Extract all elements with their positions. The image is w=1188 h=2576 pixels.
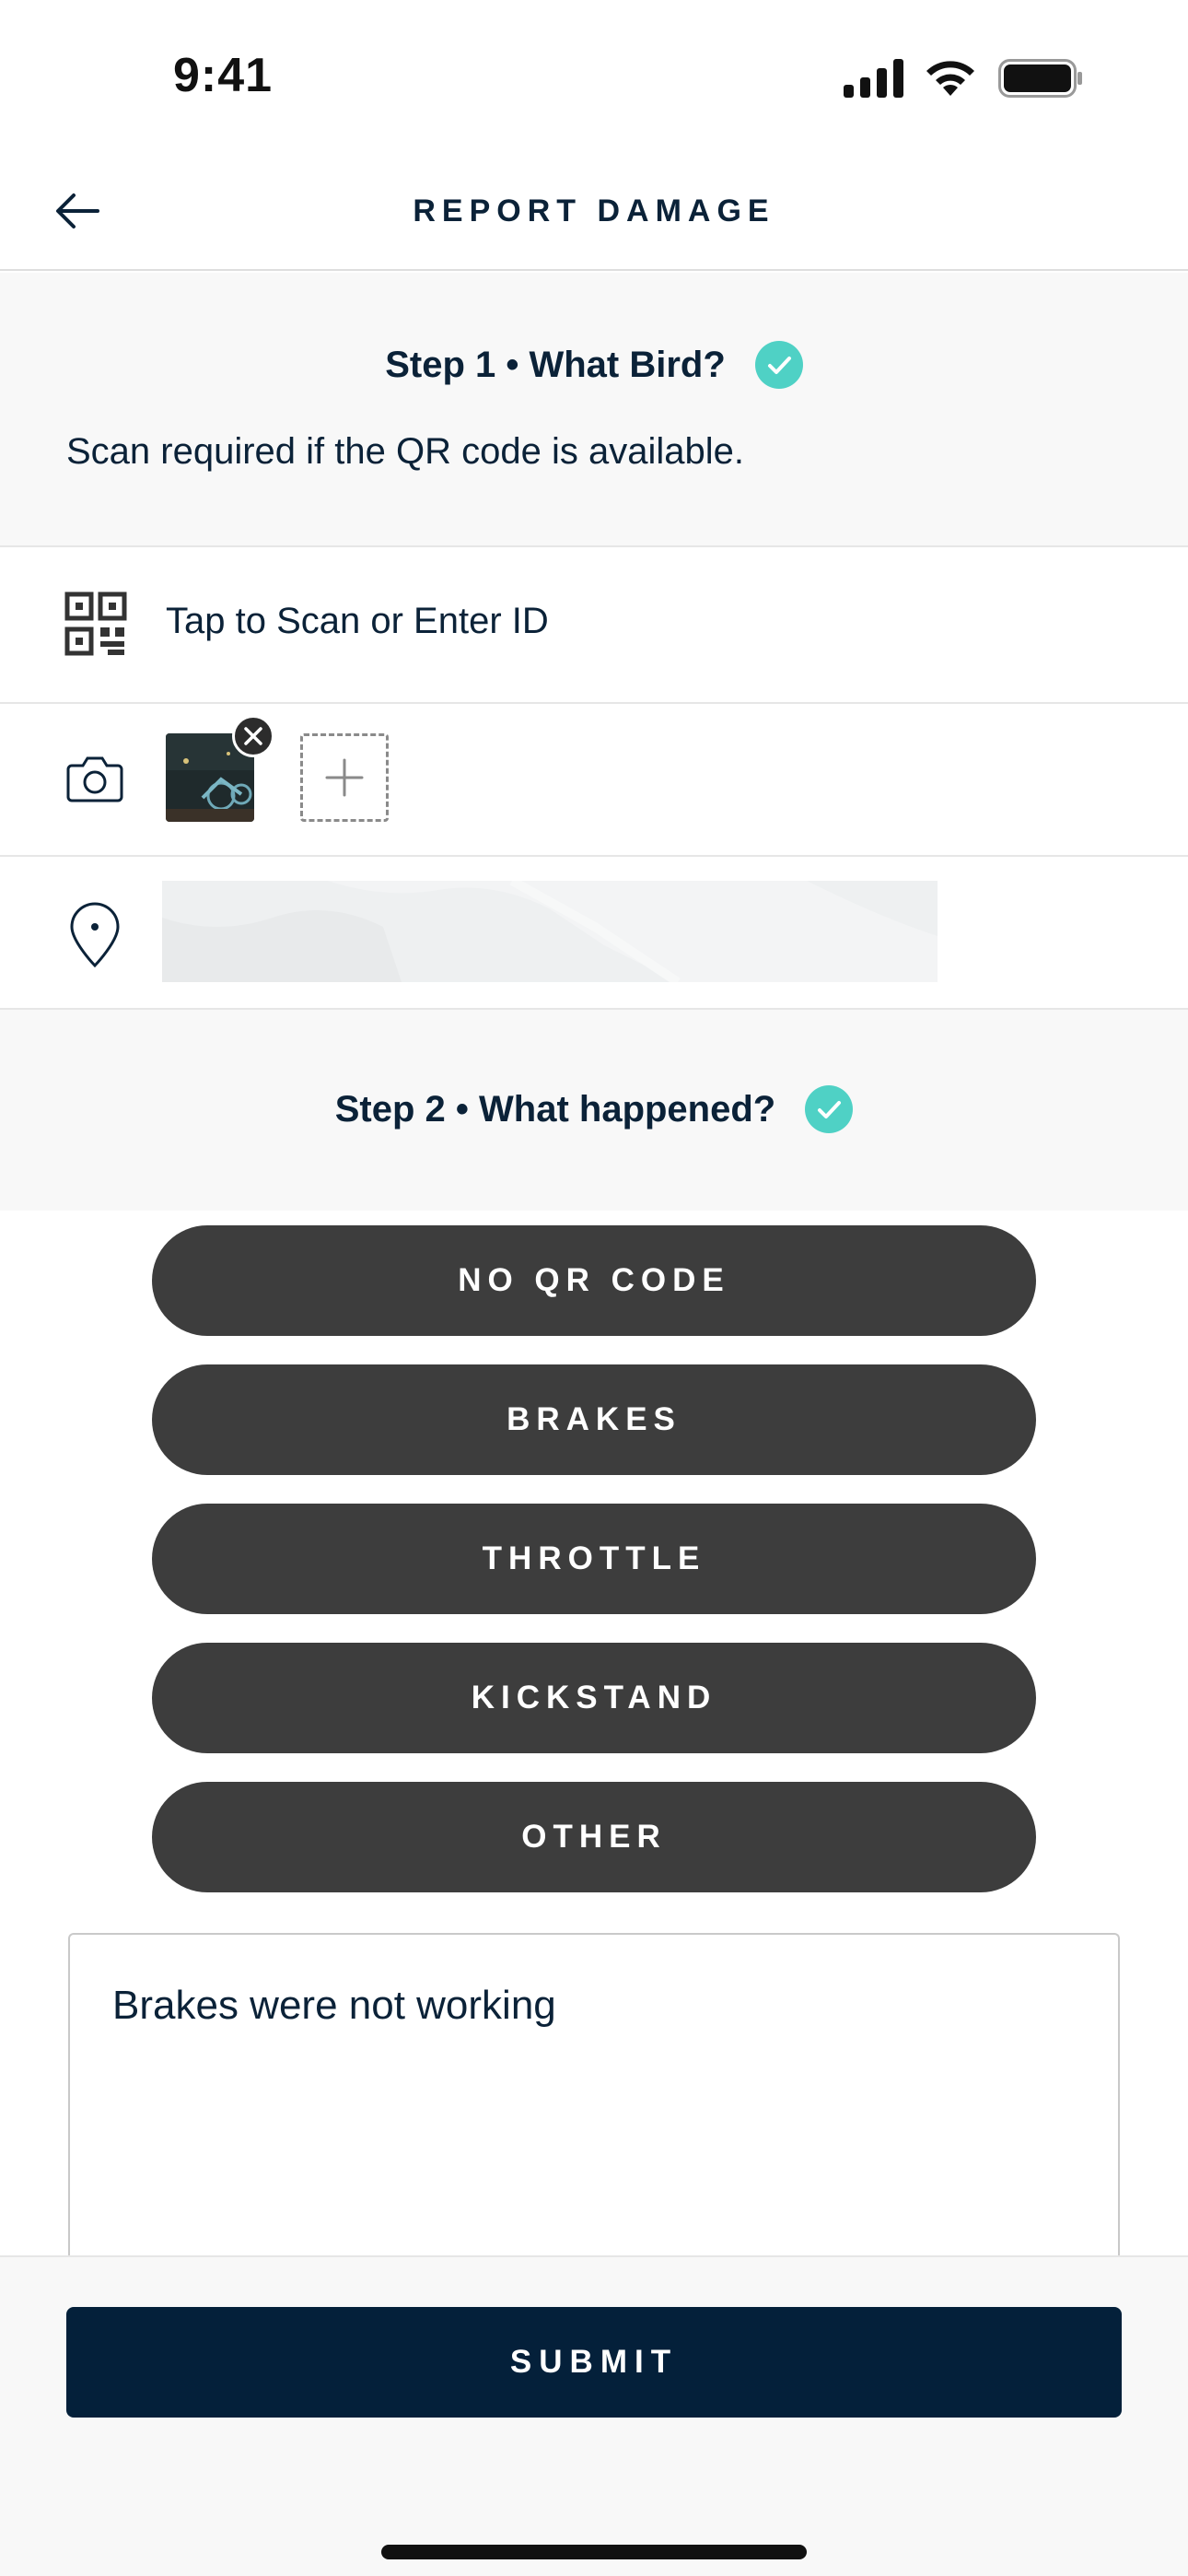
scan-label: Tap to Scan or Enter ID <box>166 601 549 641</box>
step2-title-row: Step 2 • What happened? <box>0 1085 1188 1133</box>
scan-row[interactable]: Tap to Scan or Enter ID <box>0 549 1188 704</box>
map-pin-icon <box>70 902 120 967</box>
location-row <box>0 857 1188 1010</box>
qr-code-icon <box>64 591 127 656</box>
status-time: 9:41 <box>173 49 274 102</box>
check-circle-icon <box>754 341 803 389</box>
remove-photo-button[interactable] <box>232 715 274 757</box>
check-circle-icon <box>805 1085 854 1133</box>
option-no-qr-code-button[interactable]: NO QR CODE <box>152 1225 1036 1336</box>
page-title: REPORT DAMAGE <box>413 193 775 228</box>
location-map[interactable] <box>162 881 938 982</box>
camera-icon <box>66 756 123 802</box>
step2-title: Step 2 • What happened? <box>334 1088 776 1130</box>
status-bar: 9:41 <box>0 0 1188 157</box>
notes-textarea[interactable]: Brakes were not working <box>68 1933 1120 2265</box>
option-brakes-button[interactable]: BRAKES <box>152 1364 1036 1475</box>
notes-text: Brakes were not working <box>112 1983 556 2028</box>
add-photo-button[interactable] <box>300 733 389 822</box>
submit-button[interactable]: SUBMIT <box>66 2307 1122 2418</box>
option-throttle-button[interactable]: THROTTLE <box>152 1504 1036 1614</box>
option-other-button[interactable]: OTHER <box>152 1782 1036 1892</box>
step2-section: Step 2 • What happened? <box>0 1010 1188 1211</box>
close-icon <box>244 727 262 745</box>
home-indicator <box>381 2545 807 2559</box>
cellular-signal-icon <box>844 59 903 98</box>
step1-section: Step 1 • What Bird? Scan required if the… <box>0 273 1188 547</box>
bottom-bar: SUBMIT <box>0 2255 1188 2576</box>
plus-icon <box>325 758 364 797</box>
wifi-icon <box>926 61 974 96</box>
photo-row <box>0 704 1188 857</box>
step1-subtitle: Scan required if the QR code is availabl… <box>66 431 744 472</box>
header: REPORT DAMAGE <box>0 157 1188 271</box>
step1-title-row: Step 1 • What Bird? <box>0 341 1188 389</box>
step1-title: Step 1 • What Bird? <box>385 344 726 385</box>
battery-icon <box>998 59 1082 98</box>
option-kickstand-button[interactable]: KICKSTAND <box>152 1643 1036 1753</box>
